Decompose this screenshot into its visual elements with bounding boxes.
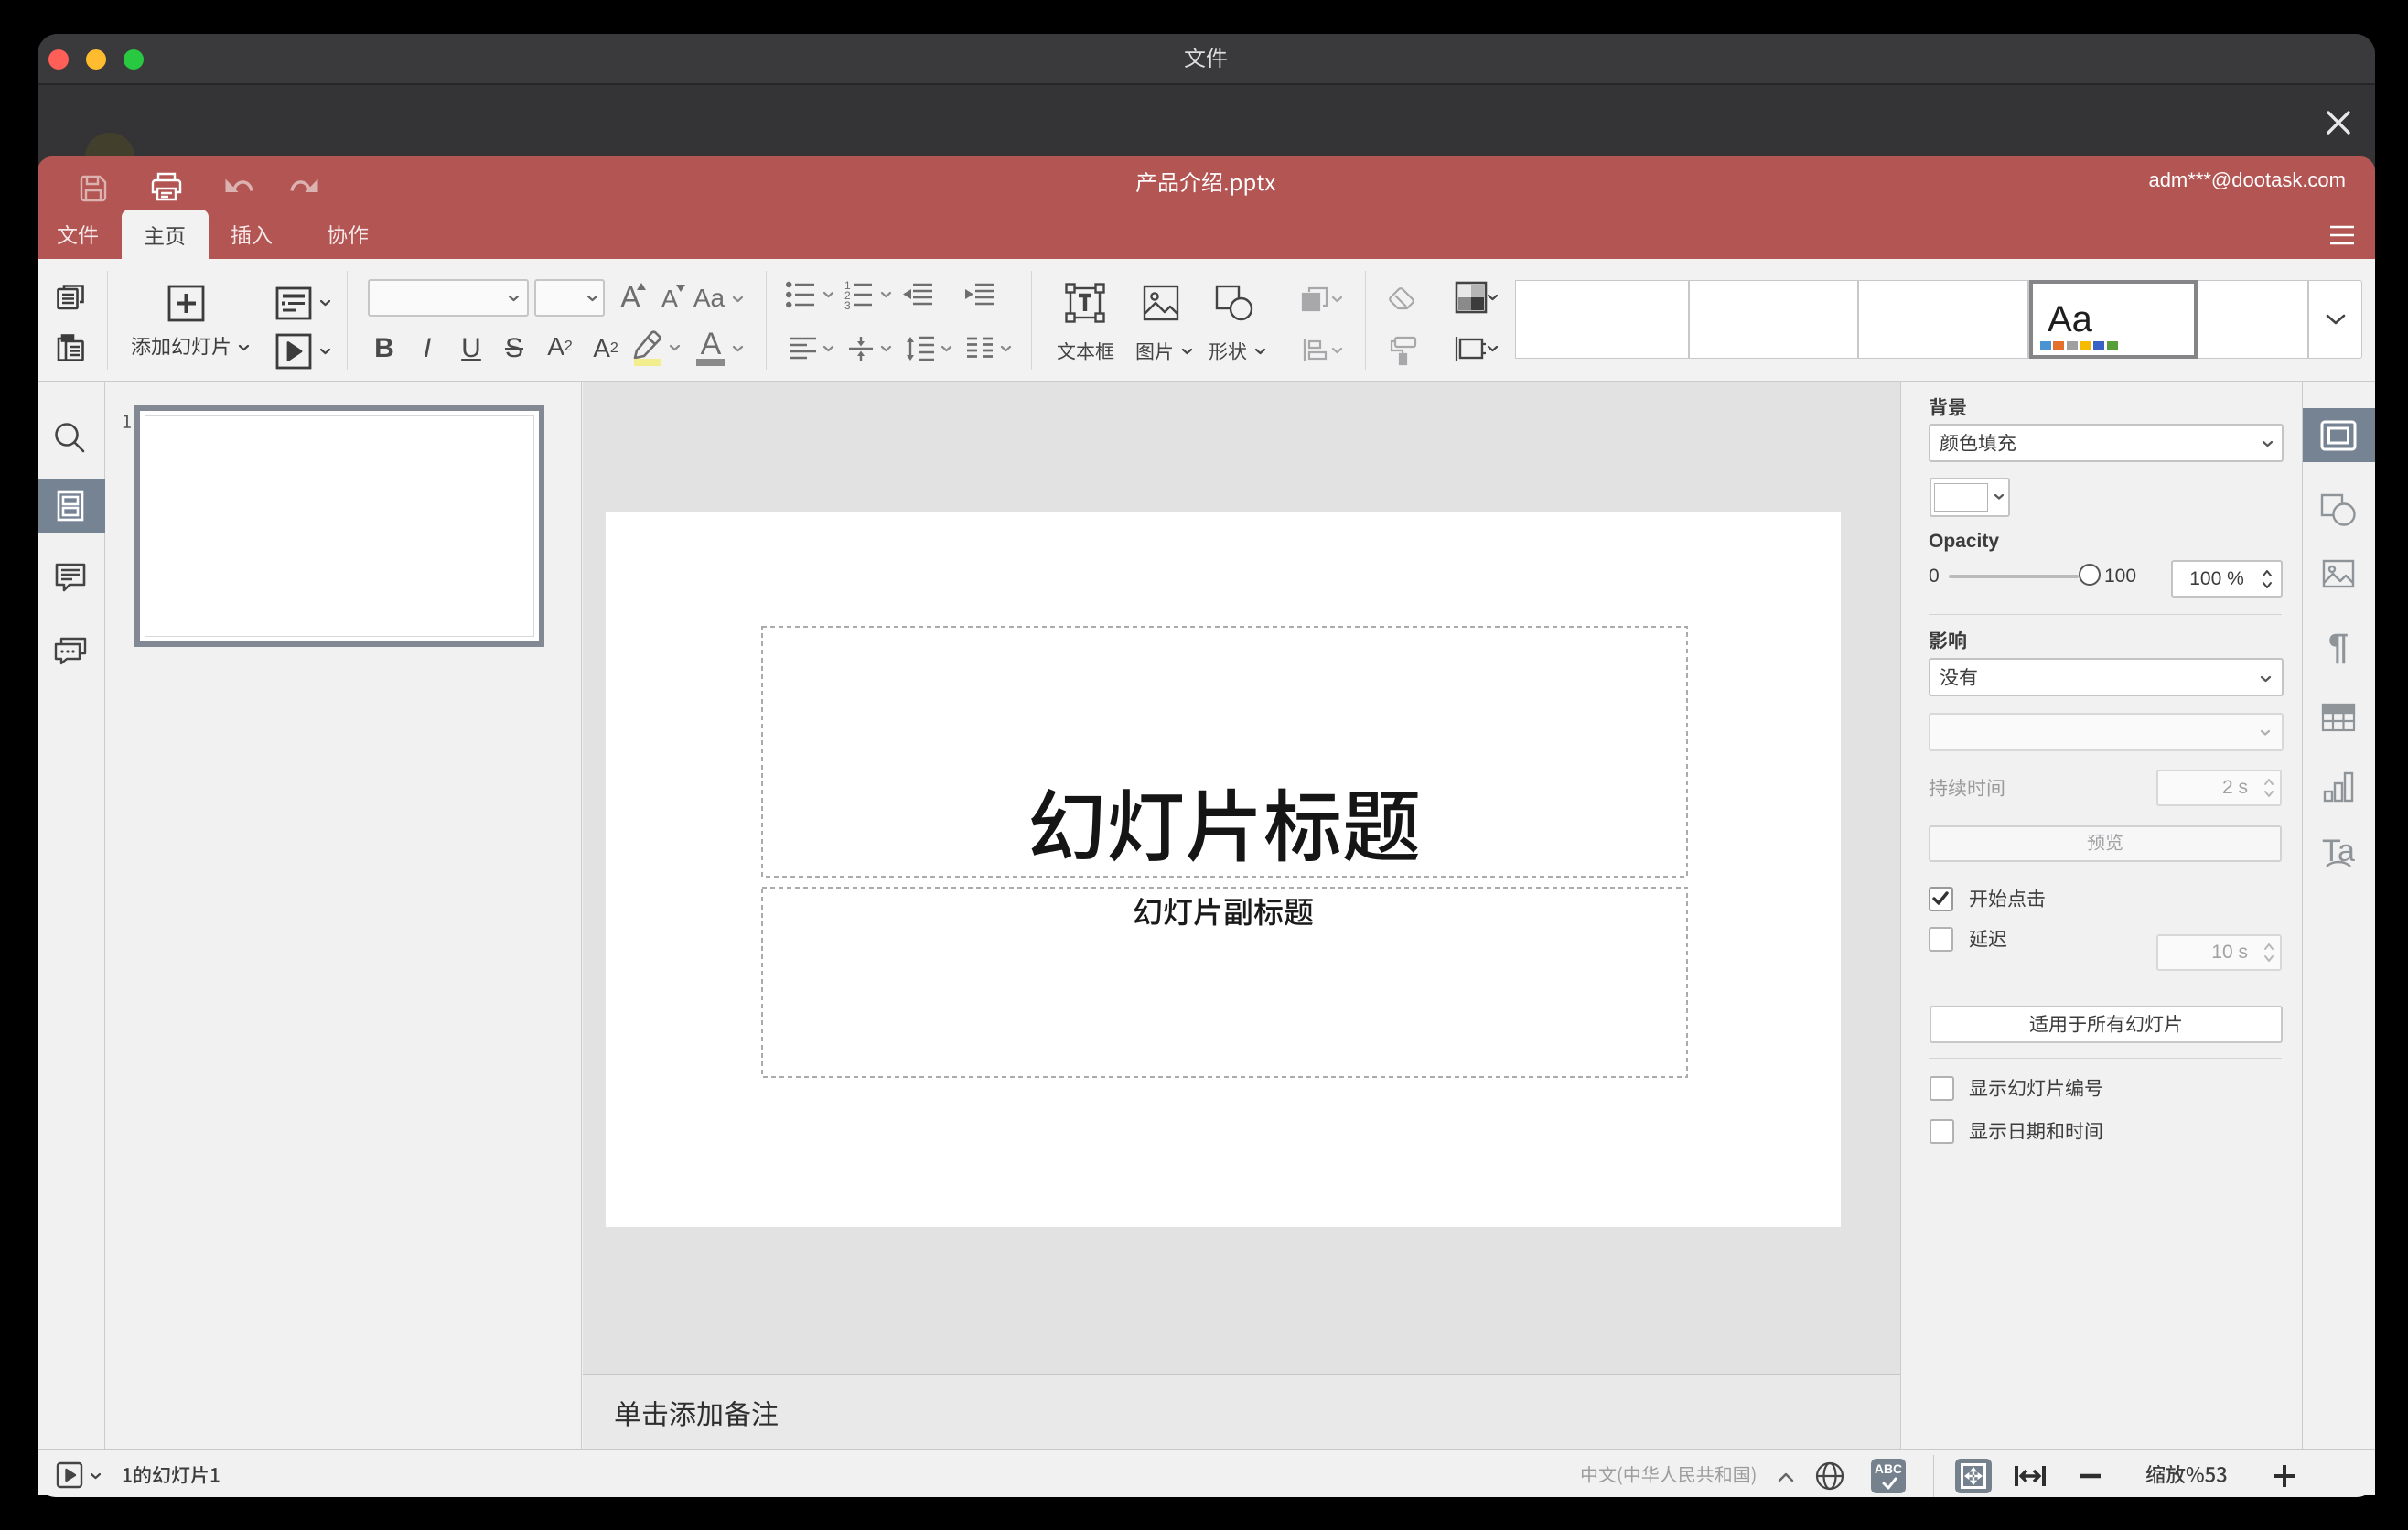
- svg-text:3: 3: [844, 299, 851, 312]
